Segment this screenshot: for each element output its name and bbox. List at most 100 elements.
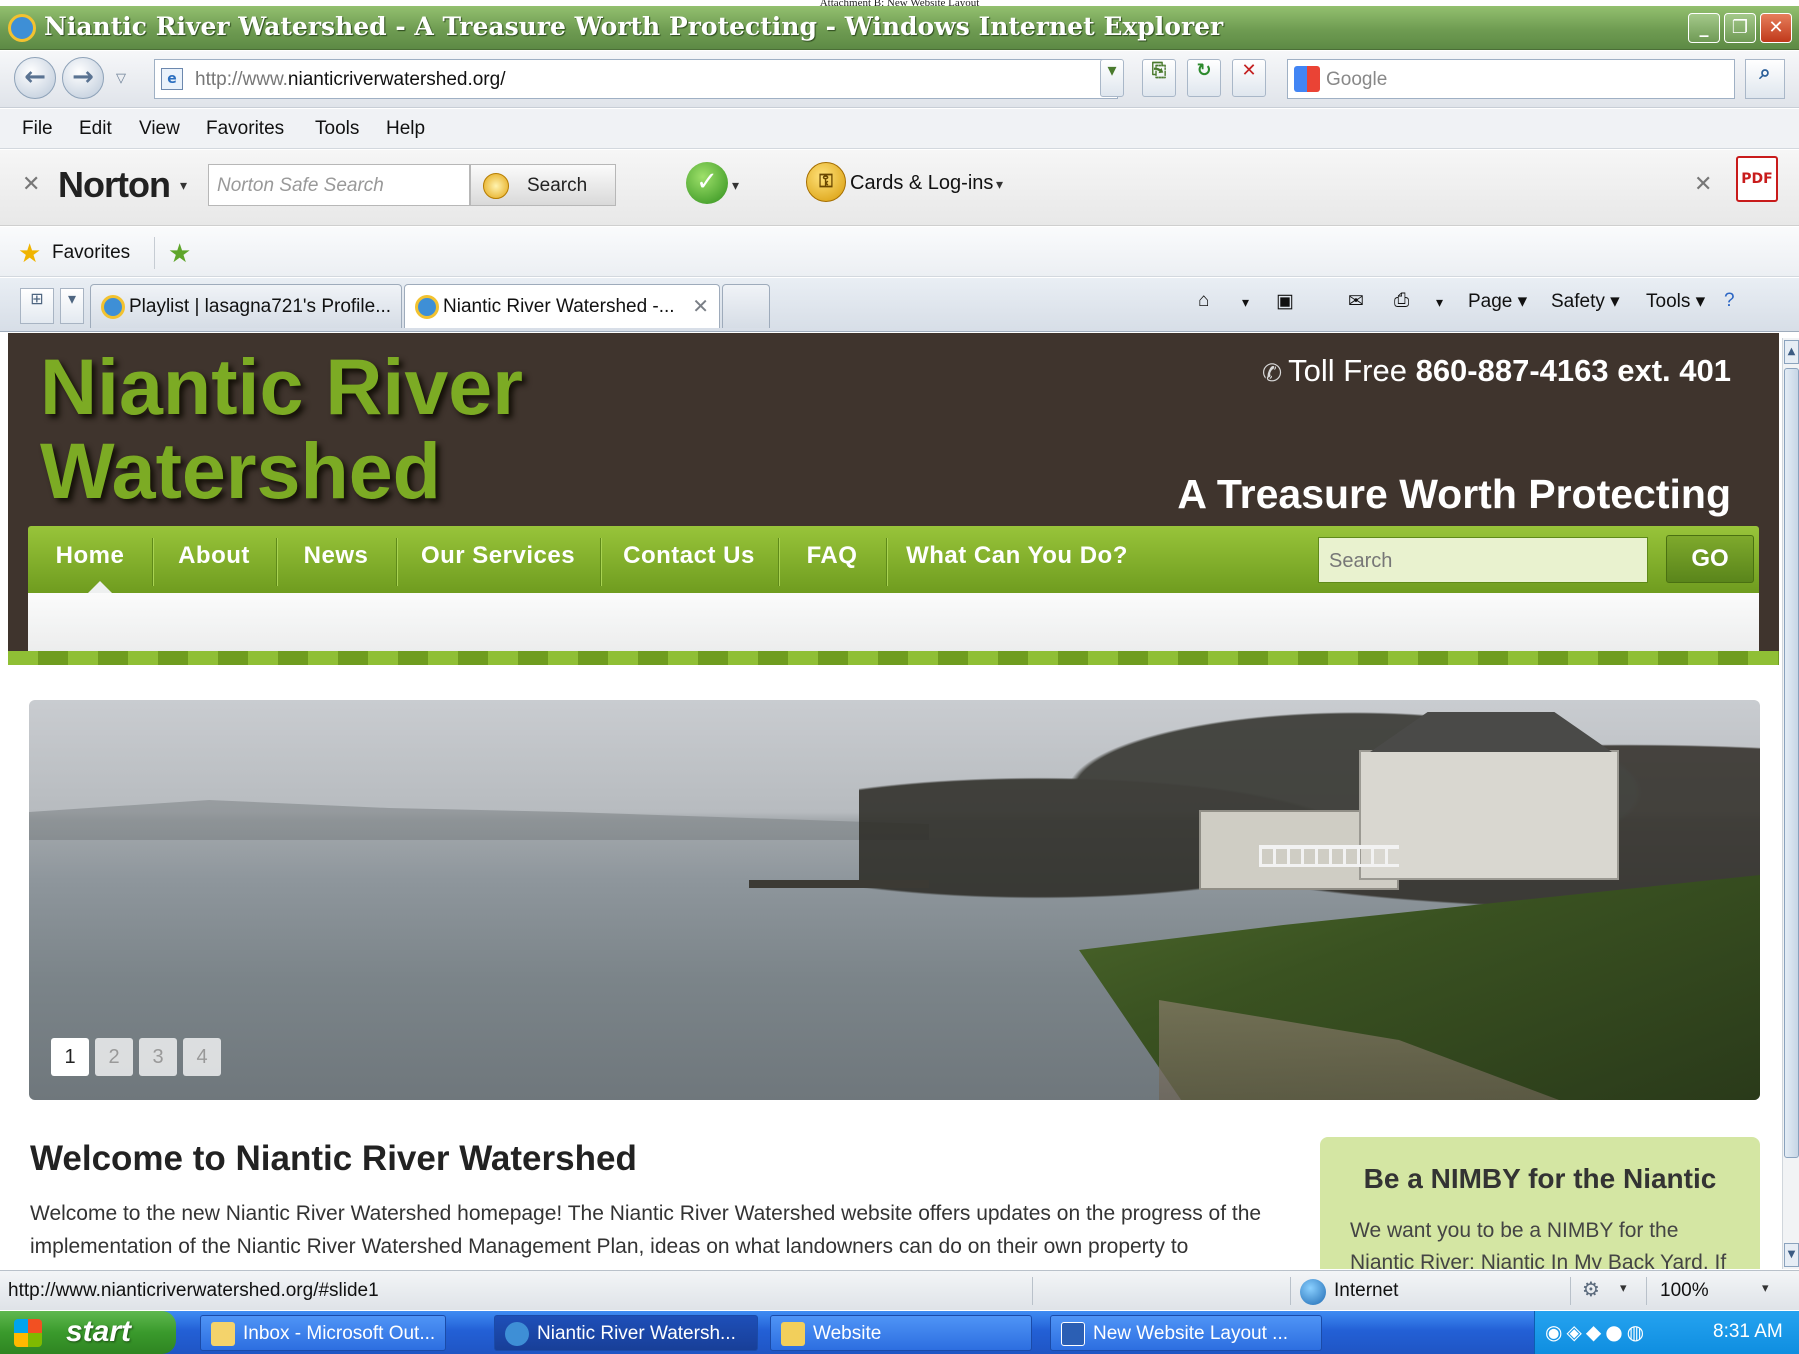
nav-faq[interactable]: FAQ [778,526,886,593]
vertical-scrollbar[interactable]: ▲ ▼ [1782,338,1799,1269]
menu-favorites[interactable]: Favorites [206,118,284,140]
compatibility-view-icon[interactable]: ⎘ [1142,59,1176,97]
favorites-bar: ★ Favorites ★ [0,227,1799,277]
close-toolbar-icon[interactable]: ✕ [22,172,40,197]
address-dropdown-icon[interactable]: ▾ [1100,59,1124,97]
tab-list-caret-icon[interactable]: ▾ [60,288,84,324]
slider-page-2[interactable]: 2 [95,1038,133,1076]
norton-search-icon [483,173,509,199]
nav-contact-us[interactable]: Contact Us [600,526,778,593]
task-website-folder[interactable]: Website [770,1315,1032,1351]
lock-icon[interactable]: ⚿ [806,162,846,202]
folder-icon [781,1322,805,1346]
address-field[interactable]: e http://www.nianticriverwatershed.org/ [154,59,1118,99]
welcome-heading: Welcome to Niantic River Watershed [30,1139,637,1178]
scroll-down-icon[interactable]: ▼ [1784,1243,1799,1267]
menu-tools[interactable]: Tools [315,118,359,140]
menu-view[interactable]: View [139,118,180,140]
menu-edit[interactable]: Edit [79,118,112,140]
zoom-level[interactable]: 100% [1660,1280,1709,1302]
tab-playlist[interactable]: Playlist | lasagna721's Profile... [90,284,402,328]
norton-search-label: Search [527,175,588,196]
slider-page-3[interactable]: 3 [139,1038,177,1076]
refresh-icon[interactable]: ↻ [1187,59,1221,97]
tools-menu[interactable]: Tools ▾ [1646,290,1705,313]
help-icon[interactable]: ? [1724,290,1735,312]
nav-what-can-you-do[interactable]: What Can You Do? [886,526,1148,593]
print-icon[interactable]: ⎙ [1394,290,1409,312]
subnav-bar [28,593,1759,651]
back-arrow-icon: ← [24,62,46,92]
url-domain: nianticriverwatershed.org/ [287,69,506,90]
site-search-go-button[interactable]: GO [1666,535,1754,583]
read-mail-icon[interactable]: ✉ [1348,290,1364,313]
internet-explorer-icon [8,14,36,42]
new-tab-button[interactable] [722,284,770,328]
tab-niantic[interactable]: Niantic River Watershed -... ✕ [404,284,720,328]
nav-our-services[interactable]: Our Services [396,526,600,593]
logo-line-2: Watershed [40,426,441,515]
window-title: Niantic River Watershed - A Treasure Wor… [44,12,1224,41]
home-icon[interactable]: ⌂ [1198,290,1209,312]
address-url: http://www.nianticriverwatershed.org/ [195,69,505,91]
nav-about[interactable]: About [152,526,276,593]
home-caret-icon[interactable]: ▾ [1242,294,1249,311]
close-norton-icon[interactable]: ✕ [1694,172,1712,197]
add-to-favorites-bar-icon[interactable]: ★ [168,239,191,269]
tray-icons[interactable]: ◉◈◆●◍ [1545,1320,1648,1344]
task-internet-explorer[interactable]: Niantic River Watersh... [494,1315,758,1351]
protected-mode-icon[interactable]: ⚙ [1582,1277,1600,1301]
menu-help[interactable]: Help [386,118,425,140]
window-title-bar: Niantic River Watershed - A Treasure Wor… [0,6,1799,50]
task-outlook[interactable]: Inbox - Microsoft Out... [200,1315,446,1351]
safe-web-caret-icon[interactable]: ▾ [732,178,739,194]
menu-file[interactable]: File [22,118,53,140]
protected-mode-caret-icon[interactable]: ▾ [1620,1281,1627,1296]
norton-brand[interactable]: Norton [58,164,171,206]
restore-button[interactable]: ❐ [1724,13,1756,43]
google-search-box[interactable]: Google [1287,59,1735,99]
zoom-caret-icon[interactable]: ▾ [1762,1281,1769,1296]
favorites-star-icon[interactable]: ★ [18,239,41,269]
favorites-button[interactable]: Favorites [52,242,130,264]
close-tab-icon[interactable]: ✕ [692,294,709,318]
forward-button[interactable]: → [62,57,104,99]
main-nav: Home About News Our Services Contact Us … [28,526,1759,593]
task-label: Inbox - Microsoft Out... [243,1323,436,1344]
minimize-button[interactable]: _ [1688,13,1720,43]
task-word-document[interactable]: New Website Layout ... [1050,1315,1322,1351]
cards-caret-icon[interactable]: ▾ [996,177,1003,193]
scroll-thumb[interactable] [1784,368,1799,1158]
slider-page-1[interactable]: 1 [51,1038,89,1076]
word-icon [1061,1322,1085,1346]
slide-fence [1259,845,1399,867]
site-search-input[interactable]: Search [1318,537,1648,583]
pdf-icon[interactable]: PDF [1736,156,1778,202]
norton-toolbar: ✕ Norton ▾ Norton Safe Search Search ✓ ▾… [0,150,1799,226]
cards-logins-button[interactable]: Cards & Log-ins [850,172,993,195]
image-slider[interactable]: 1 2 3 4 [29,700,1760,1100]
stop-icon[interactable]: ✕ [1232,59,1266,97]
nav-news[interactable]: News [276,526,396,593]
norton-search-input[interactable]: Norton Safe Search [208,164,470,206]
norton-search-button[interactable]: Search [470,164,616,206]
feeds-icon[interactable]: ▣ [1276,290,1294,313]
page-menu[interactable]: Page ▾ [1468,290,1527,313]
print-caret-icon[interactable]: ▾ [1436,294,1443,311]
slider-page-4[interactable]: 4 [183,1038,221,1076]
search-icon[interactable]: ⌕ [1745,59,1785,99]
safety-menu[interactable]: Safety ▾ [1551,290,1620,313]
clock[interactable]: 8:31 AM [1713,1321,1783,1343]
scroll-up-icon[interactable]: ▲ [1784,340,1799,364]
windows-taskbar: start Inbox - Microsoft Out... Niantic R… [0,1311,1799,1354]
close-window-button[interactable]: ✕ [1760,13,1792,43]
site-logo[interactable]: Niantic River Watershed [40,345,523,513]
norton-menu-caret-icon[interactable]: ▾ [180,178,187,194]
history-dropdown-icon[interactable]: ▽ [116,71,126,86]
quick-tabs-icon[interactable]: ⊞ [20,288,54,324]
back-button[interactable]: ← [14,57,56,99]
safe-web-check-icon[interactable]: ✓ [686,162,728,204]
security-zone[interactable]: Internet [1334,1280,1398,1302]
outlook-icon [211,1322,235,1346]
start-button[interactable]: start [0,1311,176,1354]
